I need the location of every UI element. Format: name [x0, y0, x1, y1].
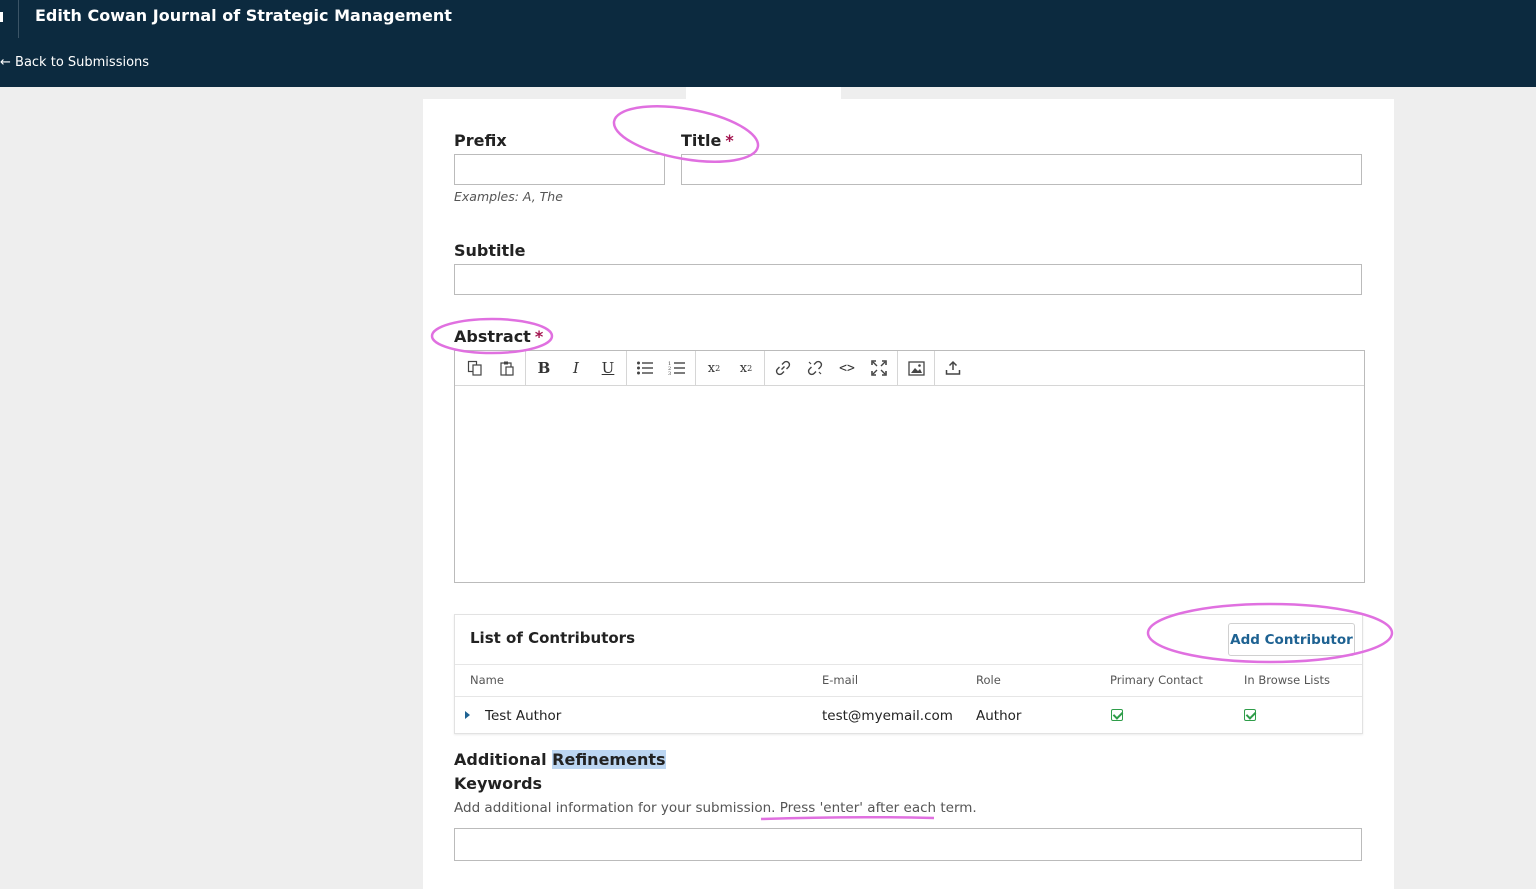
abstract-editor: B I U 123 x2 x2 <> [454, 350, 1365, 583]
abstract-label-text: Abstract [454, 327, 531, 346]
unlink-icon[interactable] [799, 354, 831, 382]
title-label-text: Title [681, 131, 722, 150]
header-divider [18, 0, 19, 38]
contributor-role: Author [976, 708, 1022, 724]
title-label: Title * [681, 131, 734, 150]
bold-icon[interactable]: B [528, 354, 560, 382]
editor-toolbar: B I U 123 x2 x2 <> [455, 350, 1364, 386]
prefix-hint: Examples: A, The [454, 189, 563, 204]
column-header-email[interactable]: E-mail [822, 673, 858, 687]
subtitle-input[interactable] [454, 264, 1362, 295]
keywords-description: Add additional information for your subm… [454, 800, 977, 816]
expand-row-icon[interactable] [465, 711, 470, 719]
column-header-primary-contact[interactable]: Primary Contact [1110, 673, 1203, 687]
fullscreen-icon[interactable] [863, 354, 895, 382]
toolbar-group-insert: <> [765, 350, 898, 386]
column-header-role[interactable]: Role [976, 673, 1001, 687]
toolbar-group-clipboard [457, 350, 526, 386]
subscript-icon[interactable]: x2 [730, 354, 762, 382]
superscript-icon[interactable]: x2 [698, 354, 730, 382]
italic-icon[interactable]: I [560, 354, 592, 382]
image-icon[interactable] [900, 354, 932, 382]
copy-icon[interactable] [459, 354, 491, 382]
back-to-submissions-link[interactable]: ← Back to Submissions [0, 55, 149, 70]
toolbar-group-lists: 123 [627, 350, 696, 386]
column-header-name[interactable]: Name [470, 673, 504, 687]
abstract-label: Abstract * [454, 327, 543, 346]
subtitle-label: Subtitle [454, 241, 526, 260]
column-header-in-browse-lists[interactable]: In Browse Lists [1244, 673, 1330, 687]
add-contributor-button[interactable]: Add Contributor [1228, 623, 1355, 656]
primary-contact-checkbox-icon[interactable] [1111, 709, 1123, 721]
abstract-textarea[interactable] [455, 387, 1364, 582]
in-browse-lists-checkbox-icon[interactable] [1244, 709, 1256, 721]
paste-icon[interactable] [491, 354, 523, 382]
required-mark: * [534, 327, 544, 346]
keywords-label: Keywords [454, 774, 543, 793]
contributor-name[interactable]: Test Author [485, 708, 561, 724]
journal-title[interactable]: Edith Cowan Journal of Strategic Managem… [35, 6, 452, 25]
contributors-panel: List of Contributors Add Contributor Nam… [454, 614, 1363, 734]
title-input[interactable] [681, 154, 1362, 185]
section-title-highlight: Refinements [552, 750, 666, 769]
upload-icon[interactable] [937, 354, 969, 382]
prefix-label-text: Prefix [454, 131, 507, 150]
toolbar-group-media [898, 350, 935, 386]
menu-icon[interactable] [0, 12, 3, 22]
prefix-input[interactable] [454, 154, 665, 185]
divider [455, 664, 1362, 665]
toolbar-group-format: B I U [526, 350, 627, 386]
additional-refinements-heading: Additional Refinements [454, 750, 666, 769]
prefix-label: Prefix [454, 131, 507, 150]
section-title-plain: Additional [454, 750, 553, 769]
keywords-desc-emph: Press 'enter' after each term. [779, 800, 977, 816]
required-mark: * [725, 131, 734, 150]
link-icon[interactable] [767, 354, 799, 382]
svg-text:3: 3 [668, 371, 671, 376]
code-icon[interactable]: <> [831, 354, 863, 382]
divider [455, 696, 1362, 697]
keywords-input[interactable] [454, 828, 1362, 861]
contributors-heading: List of Contributors [470, 629, 635, 647]
underline-icon[interactable]: U [592, 354, 624, 382]
active-tab-indicator [686, 87, 841, 99]
numbered-list-icon[interactable]: 123 [661, 354, 693, 382]
contributor-email: test@myemail.com [822, 708, 953, 724]
toolbar-group-script: x2 x2 [696, 350, 765, 386]
app-header: Edith Cowan Journal of Strategic Managem… [0, 0, 1536, 87]
keywords-desc-text: Add additional information for your subm… [454, 800, 780, 816]
toolbar-group-upload [935, 351, 971, 386]
bullet-list-icon[interactable] [629, 354, 661, 382]
